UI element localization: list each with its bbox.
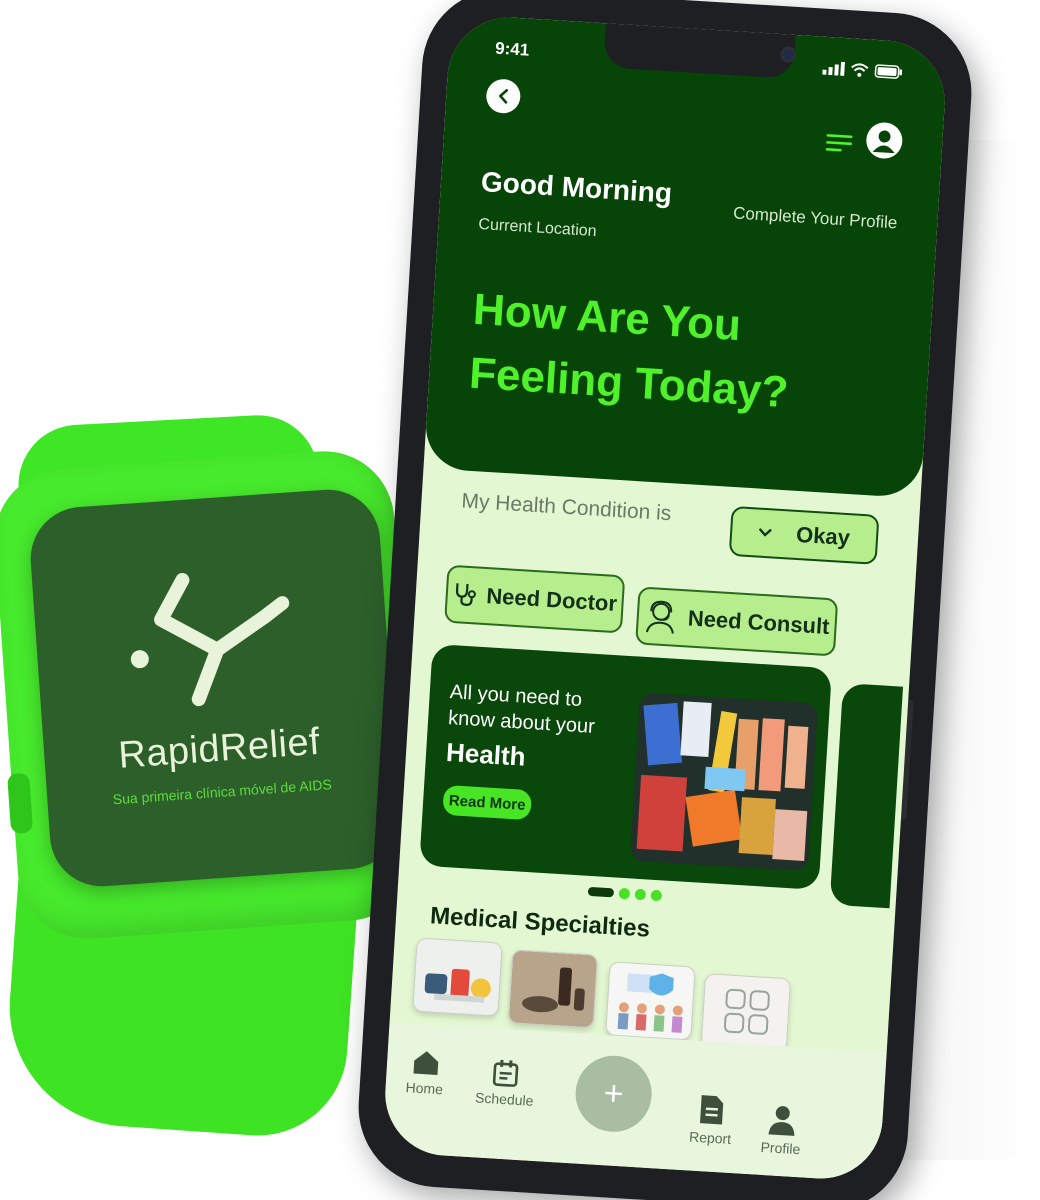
home-icon (413, 1051, 438, 1075)
grid-icon (701, 974, 792, 1053)
need-consult-label: Need Consult (687, 605, 831, 640)
nav-home-label: Home (405, 1079, 444, 1098)
read-more-button[interactable]: Read More (442, 784, 533, 821)
medicine-products-image (629, 692, 818, 872)
battery-icon (874, 64, 903, 79)
report-icon (700, 1095, 724, 1125)
stethoscope-icon (455, 583, 476, 606)
carousel-indicator (587, 886, 663, 902)
watch-crown (7, 772, 34, 834)
chevron-down-icon (759, 528, 772, 537)
need-consult-button[interactable]: Need Consult (635, 586, 839, 657)
specialty-tile[interactable] (507, 949, 599, 1029)
medical-team-image (606, 962, 696, 1041)
nav-profile-label: Profile (760, 1138, 801, 1158)
app-screen: 9:41 Good Morning Current Location Compl… (381, 13, 949, 1183)
carousel-dot[interactable] (618, 887, 631, 900)
smartwatch: RapidRelief Sua primeira clínica móvel d… (0, 412, 422, 1142)
specialties-title: Medical Specialties (429, 902, 651, 943)
avatar[interactable] (865, 121, 904, 160)
more-specialties-tile[interactable] (700, 973, 792, 1053)
banner-highlight: Health (445, 736, 527, 772)
watch-brand-name: RapidRelief (117, 720, 322, 777)
need-doctor-label: Need Doctor (485, 583, 618, 617)
profile-icon (768, 1106, 795, 1136)
specialty-tile[interactable] (412, 937, 503, 1017)
signal-icon (822, 61, 846, 76)
rapidrelief-logo-icon (130, 573, 290, 707)
nav-report-label: Report (688, 1128, 732, 1148)
consultant-icon (646, 600, 674, 634)
wifi-icon (851, 63, 869, 77)
calendar-icon (493, 1059, 519, 1087)
nav-home[interactable]: Home (405, 1047, 445, 1097)
nav-report[interactable]: Report (689, 1093, 734, 1147)
next-banner-card[interactable] (829, 683, 904, 909)
health-condition-value: Okay (795, 521, 851, 551)
menu-icon[interactable] (825, 133, 853, 153)
need-doctor-button[interactable]: Need Doctor (444, 564, 626, 634)
carousel-dot[interactable] (650, 889, 663, 902)
medical-devices-image (413, 938, 503, 1017)
user-icon (872, 130, 895, 154)
health-banner-card[interactable]: All you need to know about your Health R… (419, 643, 833, 890)
nav-profile[interactable]: Profile (760, 1103, 803, 1157)
chevron-left-icon (499, 89, 508, 104)
status-time: 9:41 (494, 38, 530, 60)
health-condition-select[interactable]: Okay (728, 505, 880, 565)
nav-schedule[interactable]: Schedule (475, 1057, 536, 1109)
watch-screen: RapidRelief Sua primeira clínica móvel d… (27, 486, 403, 890)
specialty-tile[interactable] (605, 961, 696, 1041)
carousel-dot[interactable] (634, 888, 647, 901)
phone: 9:41 Good Morning Current Location Compl… (353, 0, 977, 1200)
herbal-medicine-image (508, 950, 599, 1029)
banner-text: All you need to know about your (447, 681, 596, 738)
carousel-dot[interactable] (587, 886, 615, 898)
health-condition-label: My Health Condition is (460, 489, 672, 526)
hero-headline: How Are You Feeling Today? (467, 278, 790, 424)
